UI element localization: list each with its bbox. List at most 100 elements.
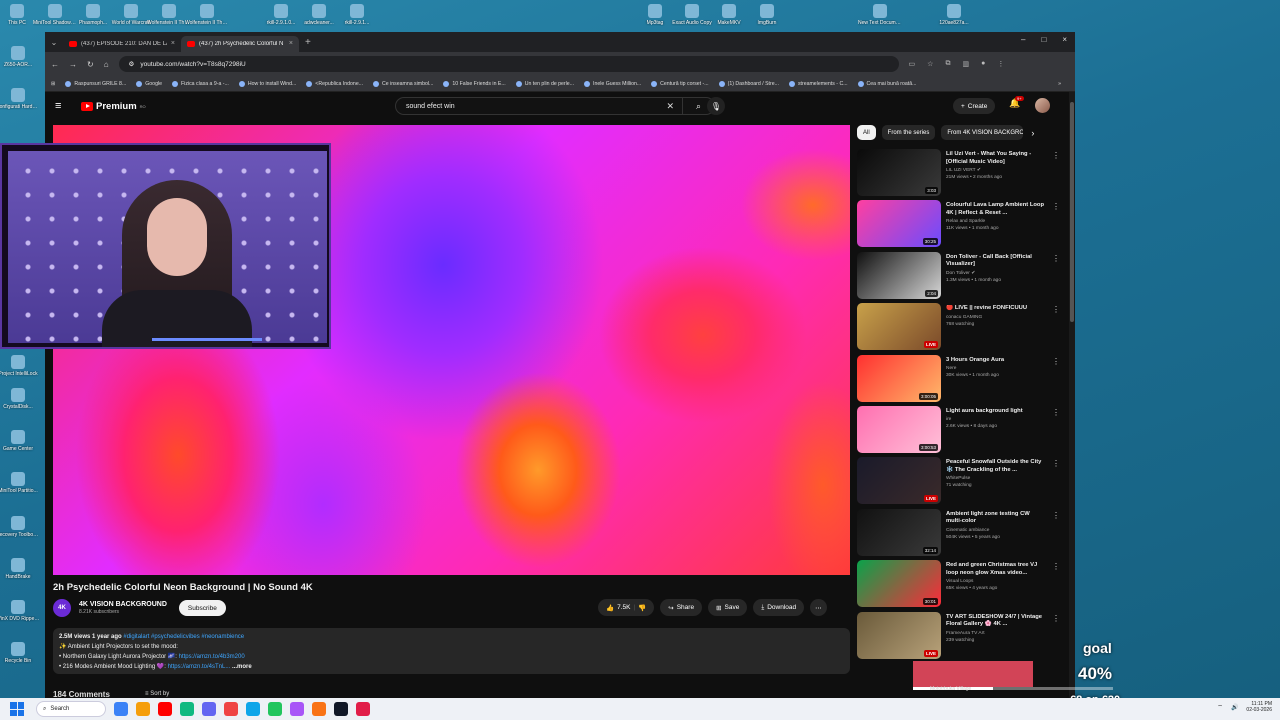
related-channel-name[interactable]: Nere (946, 366, 1046, 371)
thumbs-up-icon[interactable]: 👍 (606, 604, 614, 612)
clear-search-icon[interactable]: ✕ (666, 101, 674, 112)
desktop-icon[interactable]: MiniTool Partitio... (0, 472, 40, 494)
more-options-icon[interactable]: ⋮ (1052, 408, 1060, 417)
related-video-title[interactable]: 🔴 LIVE || revine FONFICUUU (946, 305, 1046, 313)
sort-comments-button[interactable]: ≡ Sort by (145, 691, 169, 697)
chip-all[interactable]: All (857, 125, 876, 140)
related-channel-name[interactable]: Relax and Sparkle (946, 219, 1046, 224)
desktop-icon[interactable]: Wolfenstein II The New... (185, 4, 229, 26)
related-video-title[interactable]: Peaceful Snowfall Outside the City ❄️ Th… (946, 459, 1046, 474)
more-actions-button[interactable]: ⋯ (810, 599, 827, 616)
related-channel-name[interactable]: FrameAura TV Art (946, 631, 1046, 636)
related-video-title[interactable]: Don Toliver - Call Back [Official Visual… (946, 254, 1046, 269)
share-button[interactable]: ↪ Share (660, 599, 703, 616)
voice-search-button[interactable]: 🎙 (707, 97, 725, 115)
video-thumbnail[interactable]: 3:00:05 (857, 354, 941, 402)
scrollbar-thumb[interactable] (1070, 102, 1074, 322)
url-field[interactable]: ⚙ youtube.com/watch?v=T8s8q7298iU (118, 56, 899, 72)
related-channel-name[interactable]: LIL UZI VERT ✔ (946, 168, 1046, 173)
video-thumbnail[interactable]: 30:01 (857, 560, 941, 608)
more-options-icon[interactable]: ⋮ (1052, 562, 1060, 571)
affiliate-link[interactable]: https://amzn.to/4sTnL... (168, 664, 231, 670)
video-thumbnail[interactable]: LIVE (857, 303, 941, 351)
more-options-icon[interactable]: ⋮ (1052, 305, 1060, 314)
related-channel-name[interactable]: Cinematic ambiance (946, 528, 1046, 533)
desktop-icon[interactable]: 120ae827a... (932, 4, 976, 26)
tab-psychedelic-video[interactable]: (437) 2h Psychedelic Colorful N × (181, 35, 299, 52)
thumbs-down-icon[interactable]: 👎 (638, 604, 646, 612)
related-video-item[interactable]: 2:04 Don Toliver - Call Back [Official Vi… (857, 251, 1062, 303)
download-button[interactable]: ⤓ Download (753, 599, 805, 616)
related-video-item[interactable]: 30:25 Colourful Lava Lamp Ambient Loop 4K… (857, 200, 1062, 251)
hamburger-menu-icon[interactable]: ≡ (55, 100, 75, 112)
close-window-button[interactable]: × (1062, 35, 1067, 44)
sidebar-icon[interactable]: ▥ (962, 60, 969, 68)
related-channel-name[interactable]: conacu GAMING (946, 315, 1046, 320)
bookmark-item[interactable]: <Republica Indone... (306, 80, 363, 87)
more-options-icon[interactable]: ⋮ (1052, 151, 1060, 160)
video-thumbnail[interactable]: LIVE (857, 611, 941, 659)
home-icon[interactable]: ⌂ (104, 60, 109, 69)
video-thumbnail[interactable]: 3:03 (857, 149, 941, 196)
bookmarks-overflow-icon[interactable]: » (1058, 81, 1061, 87)
subscribe-button[interactable]: Subscribe (178, 600, 226, 616)
bookmark-item[interactable]: Inele Guess Million... (584, 80, 641, 87)
bookmark-item[interactable]: How to install Wind... (238, 80, 296, 87)
related-video-title[interactable]: Light aura background light (946, 408, 1046, 416)
related-video-item[interactable]: LIVE Peaceful Snowfall Outside the City ❄… (857, 457, 1062, 508)
desktop-icon[interactable]: New Text Document (858, 4, 902, 26)
save-button[interactable]: ⊞ Save (708, 599, 748, 616)
related-channel-name[interactable]: Visual Loops (946, 579, 1046, 584)
page-scrollbar[interactable] (1069, 92, 1075, 698)
search-input[interactable]: sound efect win (406, 103, 455, 110)
video-thumbnail[interactable]: 3:00:53 (857, 405, 941, 453)
bookmark-item[interactable]: Cea mai bună roată... (857, 80, 916, 87)
taskbar-app-icon[interactable] (180, 702, 194, 716)
taskbar-search[interactable]: ⌕ Search (36, 701, 106, 717)
bookmark-item[interactable]: Centură tip corset -... (651, 80, 709, 87)
like-dislike-button[interactable]: 👍 7.5K | 👎 (598, 599, 655, 616)
create-button[interactable]: + Create (953, 98, 996, 114)
more-options-icon[interactable]: ⋮ (1052, 254, 1060, 263)
bookmark-star-icon[interactable]: ☆ (927, 60, 933, 68)
bookmark-item[interactable]: Raspunsuri GRILE 8... (65, 80, 126, 87)
taskbar-app-icon[interactable] (136, 702, 150, 716)
wifi-icon[interactable]: ⌔ (1217, 703, 1223, 711)
desktop-icon[interactable]: CrystalDisk... (0, 388, 40, 410)
back-icon[interactable]: ← (51, 60, 59, 69)
volume-icon[interactable]: 🔊 (1231, 704, 1238, 711)
desktop-icon[interactable]: ImgBurn (745, 4, 789, 26)
bookmark-item[interactable]: (1) Dashboard / Stre... (718, 80, 779, 87)
desktop-icon[interactable]: rkill-2.9.1... (335, 4, 379, 26)
more-options-icon[interactable]: ⋮ (1052, 459, 1060, 468)
notifications-button[interactable]: 🔔 9+ (1009, 96, 1024, 109)
video-thumbnail[interactable]: 32:14 (857, 508, 941, 556)
minimize-button[interactable]: – (1021, 35, 1025, 44)
video-thumbnail[interactable]: LIVE (857, 457, 941, 505)
desktop-icon[interactable]: Recycle Bin (0, 642, 40, 664)
related-video-title[interactable]: Colourful Lava Lamp Ambient Loop 4K | Re… (946, 202, 1046, 217)
maximize-button[interactable]: □ (1041, 35, 1046, 44)
taskbar-app-icon[interactable] (356, 702, 370, 716)
related-video-item[interactable]: 3:00:53 Light aura background light ire 2.6… (857, 405, 1062, 457)
related-channel-name[interactable]: WhitePulse (946, 476, 1046, 481)
video-thumbnail[interactable]: 30:25 (857, 200, 941, 248)
show-more-link[interactable]: ...more (232, 664, 252, 670)
taskbar-app-icon[interactable] (114, 702, 128, 716)
hashtags[interactable]: #digitalart #psychedelicvibes #neonambie… (123, 634, 244, 640)
clock[interactable]: 11:11 PM 02-03-2026 (1246, 701, 1272, 713)
desktop-icon[interactable]: WinX DVD Ripper P... (0, 600, 40, 622)
desktop-icon[interactable]: Configurati Hardware ... (0, 88, 40, 110)
chip-from-channel[interactable]: From 4K VISION BACKGROUND (941, 125, 1024, 140)
taskbar-app-icon[interactable] (268, 702, 282, 716)
account-avatar[interactable] (1035, 98, 1050, 113)
affiliate-link[interactable]: https://amzn.to/4b3m200 (179, 654, 245, 660)
tab-close-icon[interactable]: × (289, 40, 293, 47)
desktop-icon[interactable]: Project IntelliLock (0, 355, 40, 377)
related-video-item[interactable]: LIVE 🔴 LIVE || revine FONFICUUU conacu GAM… (857, 303, 1062, 354)
related-video-item[interactable]: 32:14 Ambient light zone testing CW multi… (857, 508, 1062, 560)
more-options-icon[interactable]: ⋮ (1052, 511, 1060, 520)
video-description[interactable]: 2.5M views 1 year ago #digitalart #psych… (53, 628, 850, 674)
new-tab-button[interactable]: + (305, 37, 311, 48)
chevron-right-icon[interactable]: › (1031, 128, 1034, 138)
